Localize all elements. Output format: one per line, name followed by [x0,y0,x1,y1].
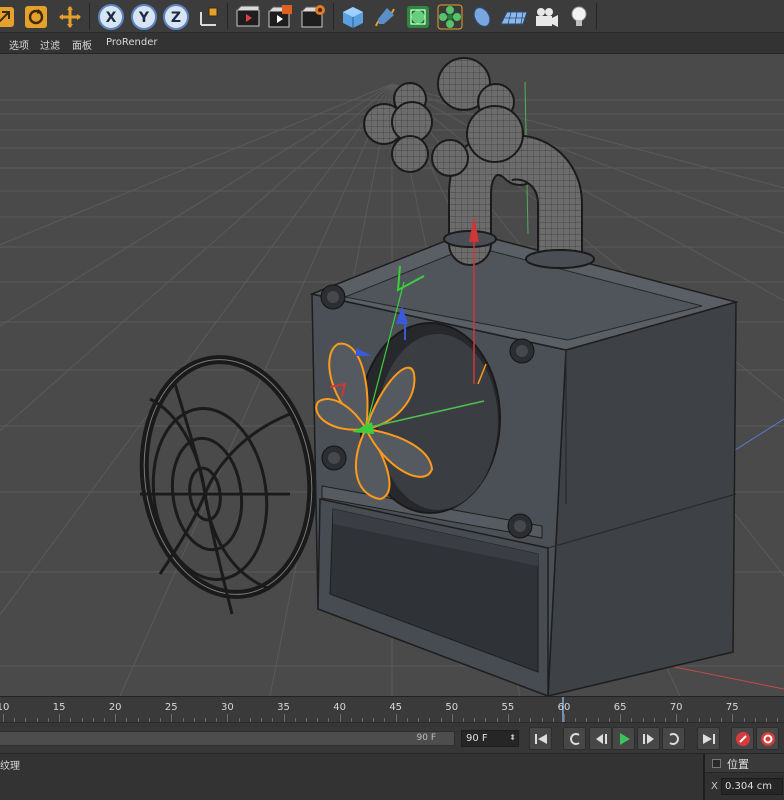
ruler-label: 40 [333,702,346,713]
stepper-arrows-icon[interactable]: ⬍ [509,733,516,742]
z-axis-label: Z [170,10,180,26]
x-coordinate-label: X [711,781,718,792]
ruler-label: 20 [108,702,122,713]
3d-viewport[interactable] [0,54,784,696]
light-bulb-icon[interactable] [563,1,594,32]
ruler-tick [3,714,4,722]
next-frame-icon [642,733,654,744]
position-section-header[interactable]: 位置 [705,754,784,773]
ruler-label: 45 [389,702,403,713]
ruler-label: 35 [277,702,290,713]
x-axis-label: X [105,10,116,26]
ruler-tick [227,714,229,722]
menu-options[interactable]: 选项 [9,37,29,52]
ruler-tick [620,714,622,722]
coordinate-system-icon[interactable] [193,1,224,32]
frame-range-slider[interactable]: 90 F [0,731,455,746]
texture-tab[interactable]: 纹理 [0,757,20,772]
cloner-icon[interactable] [434,1,465,32]
fan-cage-wireframe [139,355,317,615]
play-icon [619,732,630,745]
render-settings-icon[interactable] [297,1,328,32]
render-to-picture-viewer-icon[interactable] [264,1,295,32]
move-tool-icon[interactable] [54,1,85,32]
deformer-icon[interactable] [466,1,497,32]
material-manager-panel: 纹理 [0,753,703,800]
range-end-value: 90 F [416,733,437,743]
coordinates-panel: 位置 X 0.304 cm [703,753,784,800]
floor-icon[interactable] [498,1,529,32]
ruler-label: 55 [501,702,515,713]
scale-tool-icon[interactable] [0,1,19,32]
menu-prorender[interactable]: ProRender [106,37,157,48]
position-checkbox[interactable] [712,759,721,768]
previous-key-icon [569,732,580,745]
main-toolbar: X Y Z [0,0,784,33]
ruler-label: 65 [613,702,627,713]
ruler-label: 75 [725,702,739,713]
ruler-label: 10 [0,702,10,713]
play-button[interactable] [612,727,635,750]
viewport-menubar: 选项 过滤 面板 ProRender [0,33,784,54]
previous-frame-icon [595,733,607,744]
autokey-icon [760,731,775,746]
record-icon [735,731,750,746]
ruler-tick [283,714,285,722]
next-key-icon [668,732,679,745]
ruler-tick [59,714,61,722]
autokey-button[interactable] [756,727,779,750]
timeline-ruler[interactable]: 10 15 20 25 30 35 40 45 50 55 60 65 70 75 [0,696,784,723]
go-to-end-icon [702,733,715,744]
ruler-tick [732,714,734,722]
cube-primitive-icon[interactable] [337,1,368,32]
end-frame-field[interactable]: 90 F ⬍ [461,730,519,747]
ruler-tick [507,714,509,722]
position-title: 位置 [727,758,749,771]
ruler-tick [451,714,453,722]
ruler-tick [395,714,397,722]
z-axis-lock-button[interactable]: Z [160,1,191,32]
y-axis-lock-button[interactable]: Y [128,1,159,32]
x-coordinate-field[interactable]: 0.304 cm [721,778,783,795]
ruler-label: 15 [52,702,66,713]
x-axis-lock-button[interactable]: X [95,1,126,32]
menu-panel[interactable]: 面板 [72,37,92,52]
next-key-button[interactable] [662,727,685,750]
end-frame-value: 90 F [466,733,488,744]
ruler-tick [115,714,117,722]
go-to-end-button[interactable] [697,727,720,750]
ruler-label: 50 [445,702,459,713]
ruler-tick [676,714,678,722]
rotate-tool-icon[interactable] [20,1,51,32]
ruler-tick [564,714,565,722]
y-axis-label: Y [137,10,149,26]
x-coordinate-value: 0.304 cm [725,781,773,792]
ruler-label: 25 [164,702,178,713]
render-view-icon[interactable] [232,1,263,32]
menu-filter[interactable]: 过滤 [40,37,60,52]
go-to-start-icon [534,733,547,744]
previous-frame-button[interactable] [589,727,612,750]
camera-icon[interactable] [530,1,561,32]
ruler-tick [171,714,173,722]
ruler-label: 30 [221,702,234,713]
next-frame-button[interactable] [637,727,660,750]
ruler-label: 60 [557,702,571,713]
subdivision-surface-icon[interactable] [402,1,433,32]
ruler-tick [339,714,341,722]
record-button[interactable] [731,727,754,750]
ruler-label: 70 [669,702,683,713]
spline-pen-icon[interactable] [369,1,400,32]
previous-key-button[interactable] [563,727,586,750]
transport-controls: 90 F 90 F ⬍ [0,722,784,753]
pipe-mesh [363,57,595,269]
go-to-start-button[interactable] [529,727,552,750]
